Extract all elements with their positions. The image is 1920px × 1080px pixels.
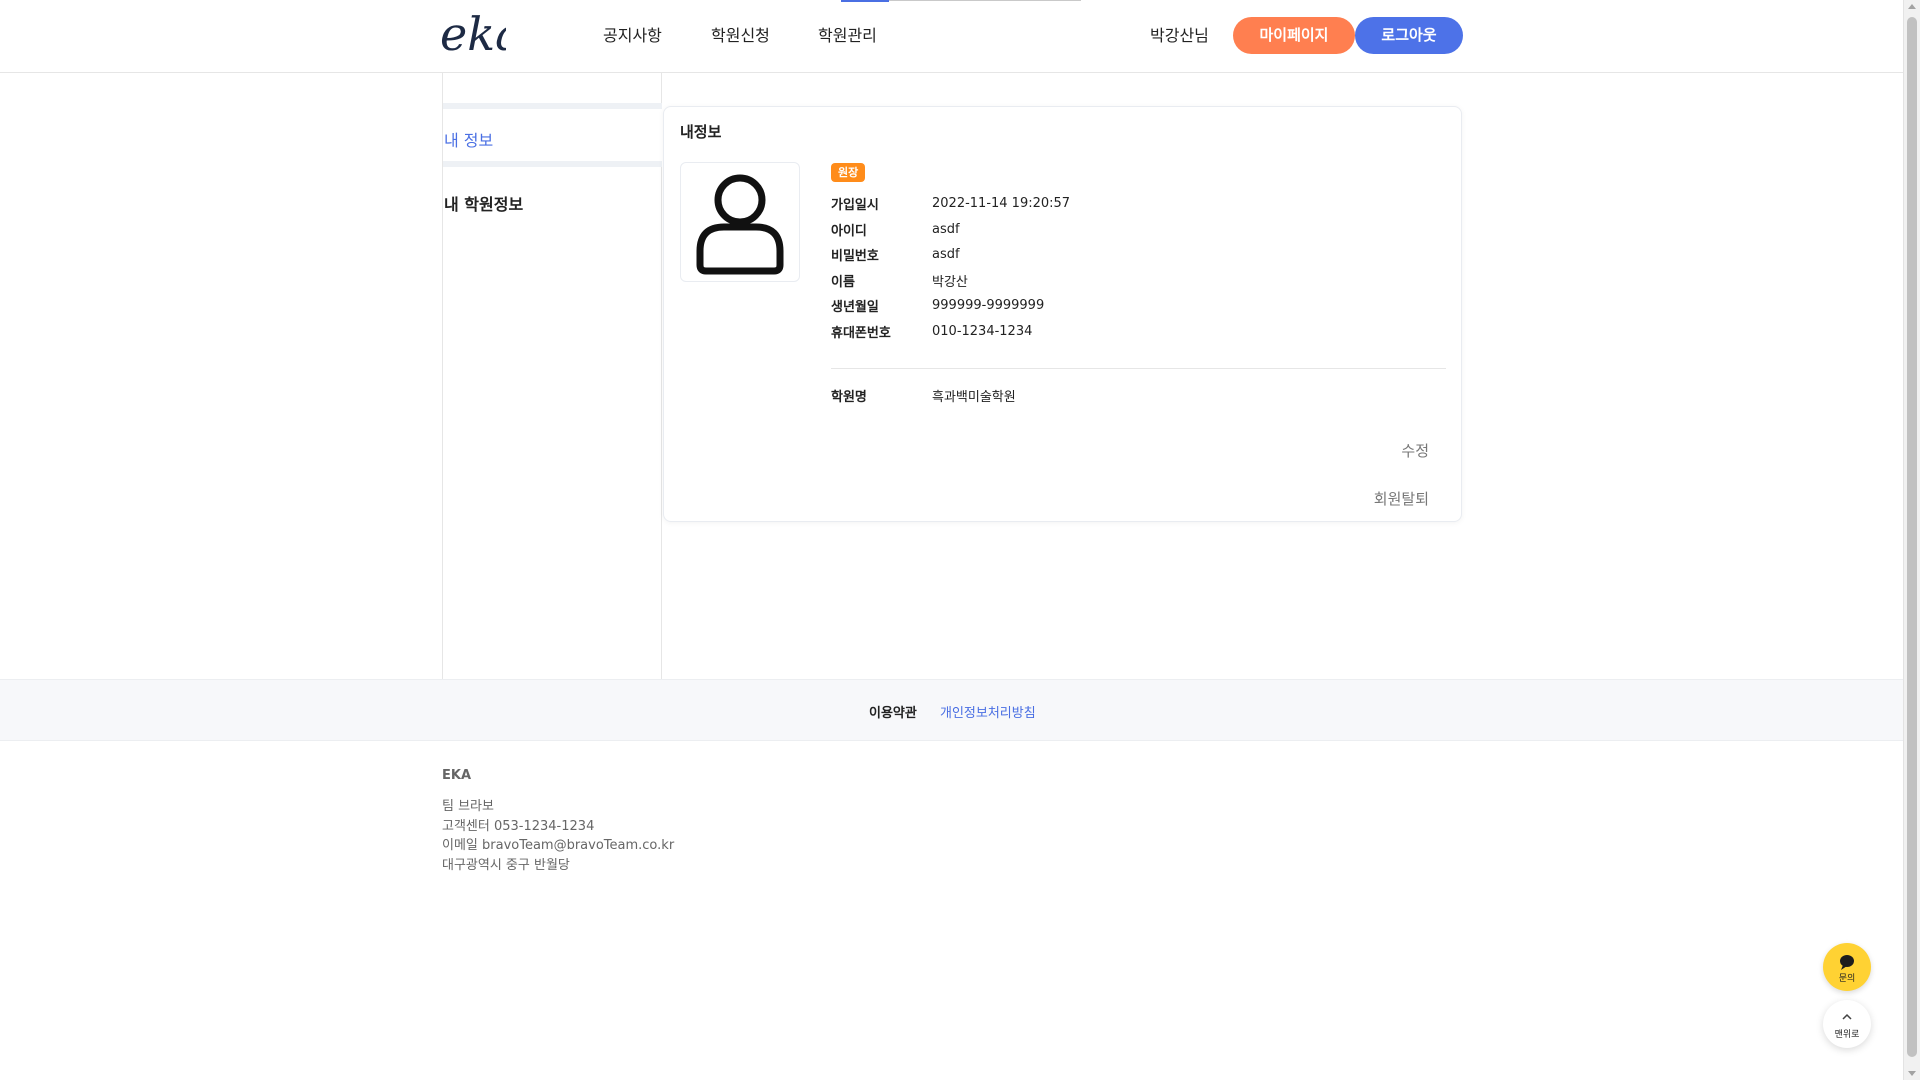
info-label: 휴대폰번호 (831, 325, 891, 341)
info-row-birth: 생년월일 999999-9999999 (831, 293, 1070, 319)
info-label: 가입일시 (831, 198, 879, 214)
profile-avatar (680, 162, 800, 282)
top-header: eka 공지사항 학원신청 학원관리 박강산님 마이페이지 로그아웃 (0, 0, 1903, 73)
info-divider (831, 368, 1446, 369)
chat-bubble-icon (1840, 955, 1854, 970)
profile-card: 내정보 원장 가입일시 2022-11-14 19:20:57 아이디 asdf… (663, 106, 1462, 522)
logout-button[interactable]: 로그아웃 (1355, 17, 1463, 54)
eka-logo[interactable]: eka (438, 4, 506, 62)
info-value: 010-1234-1234 (932, 323, 1033, 339)
info-label: 비밀번호 (831, 249, 879, 265)
footer-brand: EKA (442, 768, 472, 783)
user-icon (696, 174, 784, 275)
sidebar-item-my-academy[interactable]: 내 학원정보 (444, 191, 523, 215)
info-row-name: 이름 박강산 (831, 268, 1070, 294)
sidebar-item-label: 내 정보 (444, 131, 494, 150)
info-label: 이름 (831, 274, 855, 290)
info-row-phone: 휴대폰번호 010-1234-1234 (831, 319, 1070, 345)
scroll-top-label: 맨위로 (1834, 1030, 1860, 1040)
page-scrollbar[interactable] (1903, 0, 1920, 1080)
nav-item-academy-manage[interactable]: 학원관리 (818, 24, 898, 48)
sidebar: 내 정보 내 학원정보 (442, 73, 662, 679)
footer-info: EKA 팀 브라보 고객센터 053-1234-1234 이메일 bravoTe… (442, 768, 674, 875)
info-value: asdf (932, 221, 960, 237)
info-label: 학원명 (831, 389, 867, 405)
footer-phone: 고객센터 053-1234-1234 (442, 818, 595, 834)
info-row-id: 아이디 asdf (831, 217, 1070, 243)
inquiry-label: 문의 (1838, 974, 1856, 984)
logo-text: eka (440, 7, 506, 61)
withdraw-button[interactable]: 회원탈퇴 (1374, 488, 1429, 509)
footer-team: 팀 브라보 (442, 799, 494, 814)
info-value: 박강산 (932, 274, 968, 290)
privacy-link[interactable]: 개인정보처리방침 (940, 702, 1036, 721)
info-label: 아이디 (831, 223, 867, 239)
footer-links-bar: 이용약관 개인정보처리방침 (0, 679, 1903, 741)
profile-info-list: 가입일시 2022-11-14 19:20:57 아이디 asdf 비밀번호 a… (831, 191, 1070, 344)
nav-item-academy-apply[interactable]: 학원신청 (711, 24, 818, 48)
header-top-indicator (841, 0, 889, 2)
info-value: asdf (932, 247, 960, 263)
info-value: 999999-9999999 (932, 298, 1045, 314)
scroll-down-arrow-icon[interactable] (1908, 1071, 1916, 1076)
footer-address: 대구광역시 중구 반월당 (442, 857, 570, 873)
scroll-up-arrow-icon[interactable] (1908, 4, 1916, 9)
mypage-button[interactable]: 마이페이지 (1233, 17, 1355, 54)
card-title: 내정보 (680, 123, 722, 141)
info-label: 생년월일 (831, 300, 879, 316)
scroll-thumb[interactable] (1907, 17, 1917, 1057)
footer-email: 이메일 bravoTeam@bravoTeam.co.kr (442, 838, 675, 853)
inquiry-button[interactable]: 문의 (1823, 943, 1871, 991)
info-row-joined: 가입일시 2022-11-14 19:20:57 (831, 191, 1070, 217)
sidebar-item-my-info[interactable]: 내 정보 (443, 109, 662, 167)
nav-item-notice[interactable]: 공지사항 (603, 24, 711, 48)
user-greeting: 박강산님 (1150, 26, 1209, 45)
info-row-academy: 학원명 흑과백미술학원 (831, 383, 1016, 407)
scroll-top-button[interactable]: 맨위로 (1823, 1000, 1871, 1048)
main-nav: 공지사항 학원신청 학원관리 (603, 24, 898, 48)
role-badge: 원장 (831, 163, 866, 182)
info-value: 2022-11-14 19:20:57 (932, 196, 1071, 212)
info-value: 흑과백미술학원 (932, 389, 1016, 405)
info-row-password: 비밀번호 asdf (831, 242, 1070, 268)
chevron-up-icon (1842, 1013, 1852, 1020)
edit-button[interactable]: 수정 (1401, 440, 1429, 461)
terms-link[interactable]: 이용약관 (869, 702, 917, 721)
